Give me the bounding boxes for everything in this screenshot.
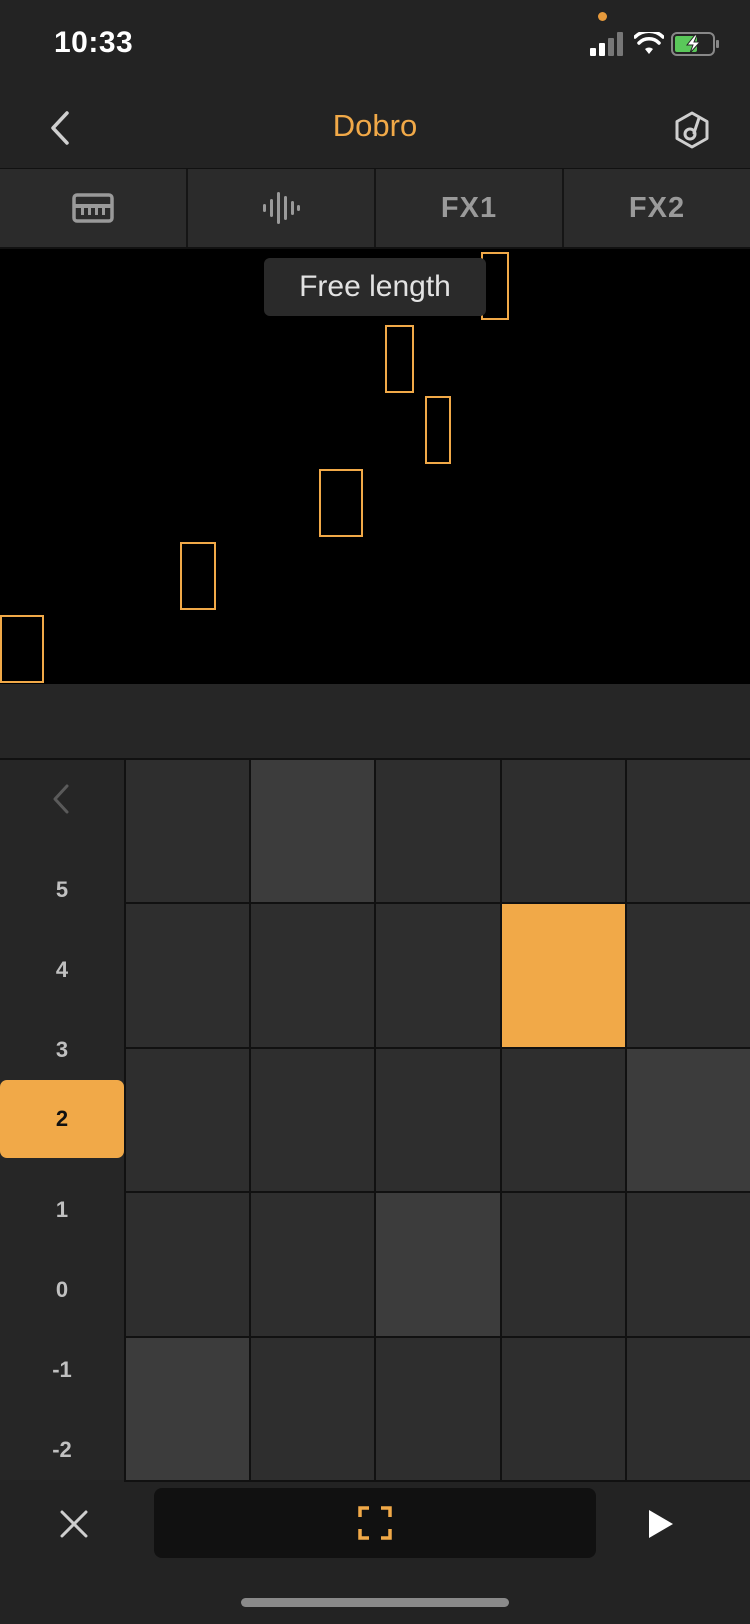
pad[interactable] xyxy=(376,904,500,1047)
close-icon xyxy=(60,1510,88,1538)
free-length-tooltip: Free length xyxy=(264,258,486,316)
keyboard-icon xyxy=(72,193,114,223)
fullscreen-button[interactable] xyxy=(154,1488,596,1558)
battery-charging-icon xyxy=(671,32,719,56)
pad[interactable] xyxy=(126,1337,250,1480)
status-time: 10:33 xyxy=(54,26,134,59)
pad[interactable] xyxy=(501,1337,625,1480)
chevron-left-icon xyxy=(53,784,69,814)
pad[interactable] xyxy=(626,1337,750,1480)
pad[interactable] xyxy=(501,1193,625,1336)
home-indicator[interactable] xyxy=(241,1598,509,1607)
fullscreen-icon xyxy=(358,1506,392,1540)
wifi-icon xyxy=(634,32,664,54)
octave-label[interactable]: 0 xyxy=(0,1279,124,1301)
play-button[interactable] xyxy=(636,1500,684,1548)
pad[interactable] xyxy=(126,904,250,1047)
octave-back-button[interactable] xyxy=(38,776,84,822)
octave-selector: 5 4 3 2 1 0 -1 -2 xyxy=(0,760,124,1480)
note-block[interactable] xyxy=(385,325,414,393)
pad[interactable] xyxy=(126,760,250,903)
pad[interactable] xyxy=(626,760,750,903)
pad[interactable] xyxy=(251,1337,375,1480)
pad[interactable] xyxy=(126,1193,250,1336)
octave-label[interactable]: -1 xyxy=(0,1359,124,1381)
pad[interactable] xyxy=(251,1048,375,1192)
tab-keyboard[interactable] xyxy=(0,169,188,247)
pad[interactable] xyxy=(501,760,625,903)
octave-label[interactable]: -2 xyxy=(0,1439,124,1461)
pad-grid xyxy=(124,758,750,1482)
octave-label[interactable]: 5 xyxy=(0,879,124,901)
note-block[interactable] xyxy=(180,542,216,610)
pad[interactable] xyxy=(626,1193,750,1336)
octave-label[interactable]: 3 xyxy=(0,1039,124,1061)
note-block[interactable] xyxy=(0,615,44,683)
cellular-signal-icon xyxy=(590,32,623,56)
tab-fx2[interactable]: FX2 xyxy=(564,169,750,247)
pad[interactable] xyxy=(376,1193,500,1336)
pad-active[interactable] xyxy=(501,904,625,1047)
note-block[interactable] xyxy=(425,396,451,464)
pad[interactable] xyxy=(251,904,375,1047)
tab-bar: FX1 FX2 xyxy=(0,169,750,249)
note-block[interactable] xyxy=(319,469,363,537)
piano-roll[interactable]: Free length xyxy=(0,249,750,684)
instrument-settings-icon xyxy=(675,111,709,149)
pad[interactable] xyxy=(376,1337,500,1480)
pad[interactable] xyxy=(126,1048,250,1192)
tab-fx1[interactable]: FX1 xyxy=(376,169,564,247)
instrument-settings-button[interactable] xyxy=(664,102,720,158)
pad[interactable] xyxy=(501,1048,625,1192)
octave-label-selected[interactable]: 2 xyxy=(0,1080,124,1158)
page-title: Dobro xyxy=(332,108,418,143)
pad[interactable] xyxy=(626,1048,750,1192)
waveform-icon xyxy=(263,192,300,224)
octave-label[interactable]: 1 xyxy=(0,1199,124,1221)
privacy-indicator-dot xyxy=(598,12,607,21)
pad[interactable] xyxy=(251,1193,375,1336)
tab-waveform[interactable] xyxy=(188,169,376,247)
pad[interactable] xyxy=(376,760,500,903)
pad[interactable] xyxy=(376,1048,500,1192)
pad[interactable] xyxy=(626,904,750,1047)
play-icon xyxy=(649,1510,673,1538)
timeline-strip xyxy=(0,684,750,760)
octave-label[interactable]: 4 xyxy=(0,959,124,981)
pad[interactable] xyxy=(251,760,375,903)
close-button[interactable] xyxy=(50,1500,98,1548)
